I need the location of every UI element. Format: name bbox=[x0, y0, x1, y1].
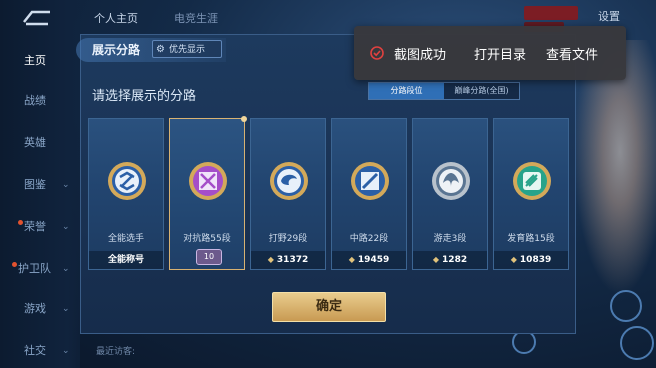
sidebar-item-label: 主页 bbox=[24, 54, 46, 67]
card-footer: ◆ 19459 bbox=[332, 251, 406, 269]
event-banner[interactable] bbox=[524, 6, 578, 20]
sidebar-item-label: 游戏 bbox=[24, 302, 46, 315]
notification-dot bbox=[18, 220, 23, 225]
view-file-link[interactable]: 查看文件 bbox=[546, 44, 598, 63]
back-logo-icon[interactable] bbox=[18, 8, 54, 28]
confirm-button[interactable]: 确定 bbox=[272, 292, 386, 322]
share-circle-icon[interactable] bbox=[610, 290, 642, 322]
chevron-down-icon: ⌄ bbox=[62, 264, 70, 274]
dialog-title: 展示分路 bbox=[92, 43, 141, 57]
rank-level-badge: 10 bbox=[196, 249, 222, 265]
dialog-subtitle: 请选择展示的分路 bbox=[92, 89, 197, 104]
screenshot-toast: 截图成功 打开目录 查看文件 bbox=[354, 26, 626, 80]
roam-emblem-icon bbox=[432, 162, 470, 200]
lane-card-all-round[interactable]: 全能选手 全能称号 bbox=[88, 118, 164, 270]
sidebar: 主页 战绩 英雄 图鉴 ⌄ 荣誉 ⌄ 护卫队 ⌄ 游戏 ⌄ 社交 ⌄ bbox=[0, 0, 80, 368]
lane-card-jungle[interactable]: 打野29段 ◆ 31372 bbox=[250, 118, 326, 270]
card-footer-text: 全能称号 bbox=[107, 255, 144, 265]
sidebar-item-guard[interactable]: 护卫队 ⌄ bbox=[0, 258, 80, 280]
priority-display-label: 优先显示 bbox=[169, 45, 206, 55]
sidebar-item-record[interactable]: 战绩 bbox=[0, 90, 80, 112]
card-footer: 全能称号 bbox=[89, 251, 163, 269]
settings-button[interactable]: 设置 bbox=[598, 8, 620, 24]
lane-card-farm[interactable]: 发育路15段 ◆ 10839 bbox=[493, 118, 569, 270]
card-footer-text: 19459 bbox=[357, 255, 390, 265]
card-footer-text: 10839 bbox=[519, 255, 552, 265]
clash-lane-emblem-icon bbox=[189, 162, 227, 200]
notification-dot bbox=[12, 262, 17, 267]
sidebar-item-label: 护卫队 bbox=[18, 262, 51, 275]
card-footer: ◆ 1282 bbox=[413, 251, 487, 269]
open-folder-link[interactable]: 打开目录 bbox=[474, 44, 526, 63]
tab-career[interactable]: 电竞生涯 bbox=[174, 10, 218, 26]
sidebar-item-social[interactable]: 社交 ⌄ bbox=[0, 340, 80, 362]
card-footer: ◆ 31372 bbox=[251, 251, 325, 269]
card-label: 全能选手 bbox=[107, 234, 144, 244]
sidebar-item-heroes[interactable]: 英雄 bbox=[0, 132, 80, 154]
toast-message: 截图成功 bbox=[394, 48, 447, 63]
mid-lane-emblem-icon bbox=[351, 162, 389, 200]
lane-card-roam[interactable]: 游走3段 ◆ 1282 bbox=[412, 118, 488, 270]
priority-display-button[interactable]: ⚙ 优先显示 bbox=[152, 40, 222, 58]
tab-lane-rank[interactable]: 分路段位 bbox=[369, 83, 444, 99]
jungle-emblem-icon bbox=[270, 162, 308, 200]
tab-peak-lane[interactable]: 巅峰分路(全国) bbox=[444, 83, 519, 99]
card-label: 中路22段 bbox=[349, 234, 389, 244]
sidebar-item-label: 荣誉 bbox=[24, 220, 46, 233]
sidebar-item-honor[interactable]: 荣誉 ⌄ bbox=[0, 216, 80, 238]
diamond-icon: ◆ bbox=[510, 255, 517, 264]
sidebar-item-games[interactable]: 游戏 ⌄ bbox=[0, 298, 80, 320]
gear-icon: ⚙ bbox=[156, 44, 165, 55]
sidebar-item-label: 战绩 bbox=[24, 94, 46, 107]
hero-portrait bbox=[566, 40, 656, 320]
card-label: 发育路15段 bbox=[507, 234, 555, 244]
card-label: 游走3段 bbox=[433, 234, 467, 244]
lane-card-clash[interactable]: 对抗路55段 10 bbox=[169, 116, 247, 270]
hero-circle-icon[interactable] bbox=[620, 326, 654, 360]
chevron-down-icon: ⌄ bbox=[62, 222, 70, 232]
farm-lane-emblem-icon bbox=[513, 162, 551, 200]
check-circle-icon bbox=[370, 46, 384, 60]
tab-profile[interactable]: 个人主页 bbox=[94, 10, 138, 26]
sidebar-item-label: 英雄 bbox=[24, 136, 46, 149]
all-round-emblem-icon bbox=[108, 162, 146, 200]
chevron-down-icon: ⌄ bbox=[62, 180, 70, 190]
card-label: 对抗路55段 bbox=[183, 234, 231, 244]
card-footer-text: 31372 bbox=[276, 255, 309, 265]
chevron-down-icon: ⌄ bbox=[62, 304, 70, 314]
lane-tabs: 分路段位 巅峰分路(全国) bbox=[368, 82, 520, 100]
diamond-icon: ◆ bbox=[348, 255, 355, 264]
sidebar-item-label: 图鉴 bbox=[24, 178, 46, 191]
sidebar-item-collection[interactable]: 图鉴 ⌄ bbox=[0, 174, 80, 196]
diamond-icon: ◆ bbox=[267, 255, 274, 264]
diamond-icon: ◆ bbox=[432, 255, 440, 264]
sidebar-item-label: 社交 bbox=[24, 344, 46, 357]
recent-visitors-label: 最近访客: bbox=[96, 347, 136, 357]
card-footer-text: 1282 bbox=[442, 255, 468, 265]
selection-corner bbox=[241, 116, 247, 122]
card-footer: ◆ 10839 bbox=[494, 251, 568, 269]
chevron-down-icon: ⌄ bbox=[62, 346, 70, 356]
sidebar-item-home[interactable]: 主页 bbox=[0, 50, 80, 72]
lane-card-mid[interactable]: 中路22段 ◆ 19459 bbox=[331, 118, 407, 270]
card-label: 打野29段 bbox=[268, 234, 308, 244]
